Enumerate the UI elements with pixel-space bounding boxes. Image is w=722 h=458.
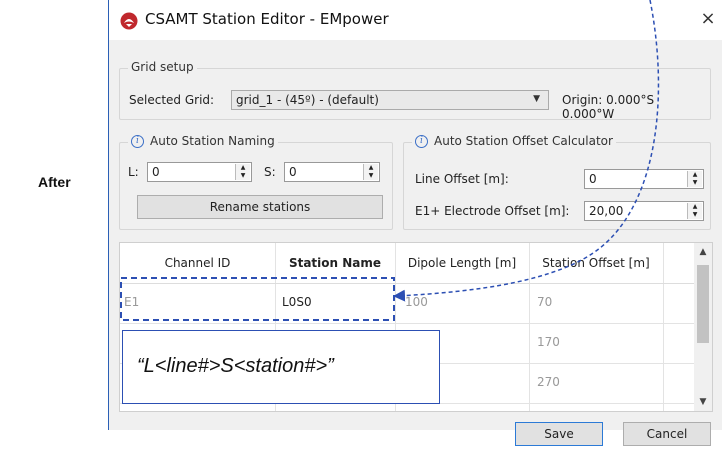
- e1-offset-label: E1+ Electrode Offset [m]:: [415, 204, 570, 218]
- s-label: S:: [264, 165, 276, 179]
- title-bar: CSAMT Station Editor - EMpower ×: [109, 0, 722, 40]
- close-button[interactable]: ×: [694, 6, 722, 32]
- auto-naming-group: i Auto Station Naming L: 0 ▲ ▼ S: 0 ▲ ▼ Ren…: [119, 134, 393, 230]
- header-dipole-length[interactable]: Dipole Length [m]: [395, 256, 529, 270]
- chevron-down-icon: ▼: [533, 94, 540, 104]
- empower-logo-icon: [120, 12, 138, 30]
- s-value: 0: [289, 165, 297, 179]
- spin-down-icon[interactable]: ▼: [236, 172, 250, 180]
- cell-channel-id[interactable]: E1: [124, 295, 139, 309]
- window-title: CSAMT Station Editor - EMpower: [145, 10, 389, 28]
- s-spinner-buttons[interactable]: ▲ ▼: [363, 164, 378, 180]
- info-icon[interactable]: i: [415, 135, 428, 148]
- cell-station-offset[interactable]: 170: [537, 335, 560, 349]
- s-spinbox[interactable]: 0 ▲ ▼: [284, 162, 380, 182]
- spin-up-icon[interactable]: ▲: [236, 164, 250, 172]
- cell-station-offset[interactable]: 70: [537, 295, 552, 309]
- callout-text: “L<line#>S<station#>”: [137, 355, 334, 377]
- cell-dipole-length[interactable]: 100: [405, 295, 428, 309]
- scroll-up-icon[interactable]: ▲: [694, 247, 712, 257]
- line-offset-value: 0: [589, 172, 597, 186]
- scrollbar-thumb[interactable]: [697, 265, 709, 343]
- e1-offset-spinbox[interactable]: 20,00 ▲ ▼: [584, 201, 704, 221]
- l-label: L:: [128, 165, 139, 179]
- info-icon[interactable]: i: [131, 135, 144, 148]
- line-offset-spinbox[interactable]: 0 ▲ ▼: [584, 169, 704, 189]
- line-offset-label: Line Offset [m]:: [415, 172, 509, 186]
- spin-up-icon[interactable]: ▲: [364, 164, 378, 172]
- offset-calculator-group: i Auto Station Offset Calculator Line Off…: [403, 134, 711, 230]
- table-row[interactable]: E1 L0S0 100 70: [120, 283, 694, 324]
- origin-text: Origin: 0.000°S 0.000°W: [562, 93, 655, 121]
- table-scrollbar[interactable]: ▲ ▼: [694, 243, 712, 411]
- save-button[interactable]: Save: [515, 422, 603, 446]
- l-spinner-buttons[interactable]: ▲ ▼: [235, 164, 250, 180]
- l-spinbox[interactable]: 0 ▲ ▼: [147, 162, 252, 182]
- auto-naming-title: i Auto Station Naming: [128, 134, 278, 148]
- cancel-button[interactable]: Cancel: [623, 422, 711, 446]
- selected-grid-combo[interactable]: grid_1 - (45º) - (default) ▼: [231, 90, 549, 110]
- selected-grid-label: Selected Grid:: [129, 93, 215, 107]
- l-value: 0: [152, 165, 160, 179]
- header-station-name[interactable]: Station Name: [275, 256, 395, 270]
- table-header: Channel ID Station Name Dipole Length [m…: [120, 243, 694, 284]
- naming-format-callout: “L<line#>S<station#>”: [122, 330, 440, 404]
- after-label: After: [38, 174, 71, 190]
- spin-up-icon[interactable]: ▲: [688, 203, 702, 211]
- e1-offset-spinner-buttons[interactable]: ▲ ▼: [687, 203, 702, 219]
- cell-station-offset[interactable]: 270: [537, 375, 560, 389]
- spin-down-icon[interactable]: ▼: [364, 172, 378, 180]
- scroll-down-icon[interactable]: ▼: [694, 397, 712, 407]
- grid-setup-group: Grid setup Selected Grid: grid_1 - (45º)…: [119, 60, 711, 121]
- rename-stations-button[interactable]: Rename stations: [137, 195, 383, 219]
- spin-up-icon[interactable]: ▲: [688, 171, 702, 179]
- e1-offset-value: 20,00: [589, 204, 624, 218]
- spin-down-icon[interactable]: ▼: [688, 179, 702, 187]
- cell-station-name[interactable]: L0S0: [282, 295, 312, 309]
- line-offset-spinner-buttons[interactable]: ▲ ▼: [687, 171, 702, 187]
- header-station-offset[interactable]: Station Offset [m]: [529, 256, 663, 270]
- offset-calculator-title: i Auto Station Offset Calculator: [412, 134, 616, 148]
- spin-down-icon[interactable]: ▼: [688, 211, 702, 219]
- header-channel-id[interactable]: Channel ID: [120, 256, 275, 270]
- grid-setup-title: Grid setup: [128, 60, 197, 74]
- selected-grid-value: grid_1 - (45º) - (default): [236, 93, 379, 107]
